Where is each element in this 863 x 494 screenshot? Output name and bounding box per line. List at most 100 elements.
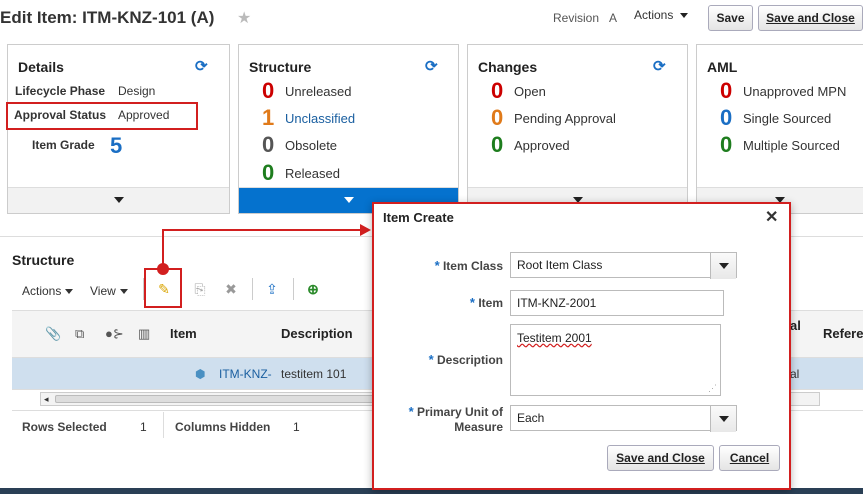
aml-card-title: AML bbox=[707, 59, 738, 75]
lifecycle-phase-label: Lifecycle Phase bbox=[15, 84, 106, 98]
columns-hidden-value: 1 bbox=[293, 420, 300, 434]
row-item-link[interactable]: ITM-KNZ- bbox=[219, 367, 272, 381]
chevron-down-icon bbox=[113, 197, 124, 203]
released-label[interactable]: Released bbox=[285, 166, 340, 181]
approval-status-label: Approval Status bbox=[14, 108, 107, 122]
released-count: 0 bbox=[262, 160, 275, 185]
item-grade-label: Item Grade bbox=[32, 138, 95, 152]
multiple-sourced-label[interactable]: Multiple Sourced bbox=[743, 138, 840, 153]
export-icon[interactable]: ⇪ bbox=[263, 280, 281, 298]
revision-label: Revision bbox=[553, 11, 600, 25]
refresh-icon[interactable]: ⟳ bbox=[195, 57, 211, 75]
refresh-icon[interactable]: ⟳ bbox=[653, 57, 669, 75]
add-icon[interactable]: ⊕ bbox=[304, 280, 322, 298]
item-cube-icon: ⬢ bbox=[195, 367, 206, 381]
item-label: * Item bbox=[400, 295, 503, 310]
description-label: * Description bbox=[400, 352, 503, 367]
chevron-down-icon bbox=[343, 197, 354, 203]
structure-section-title: Structure bbox=[12, 252, 75, 268]
change-icon: ⧉ bbox=[75, 326, 85, 341]
factory-icon: ▥ bbox=[138, 326, 151, 341]
structure-view-menu[interactable]: View bbox=[90, 284, 128, 298]
save-button[interactable]: Save bbox=[708, 5, 753, 31]
pending-approval-count: 0 bbox=[491, 105, 504, 130]
item-class-label-text: Item Class bbox=[442, 259, 503, 273]
attachment-icon: 📎 bbox=[45, 326, 62, 341]
item-input[interactable]: ITM-KNZ-2001 bbox=[510, 290, 724, 316]
favorite-star-icon[interactable]: ★ bbox=[237, 8, 251, 28]
duplicate-icon[interactable]: ⎘ bbox=[191, 280, 209, 298]
item-grade-value: 5 bbox=[110, 133, 123, 158]
item-class-select[interactable]: Root Item Class bbox=[510, 252, 737, 279]
uom-label-line1: Primary Unit of bbox=[416, 405, 503, 419]
resize-grip-icon[interactable]: ⋰ bbox=[708, 383, 717, 394]
description-label-text: Description bbox=[436, 353, 503, 367]
chevron-down-icon bbox=[680, 13, 689, 19]
toolbar-separator bbox=[252, 278, 253, 300]
actions-menu[interactable]: Actions bbox=[634, 8, 689, 22]
uom-select[interactable]: Each bbox=[510, 405, 737, 432]
uom-label: * Primary Unit of Measure bbox=[380, 404, 503, 435]
chevron-down-icon bbox=[119, 289, 128, 295]
approved-label[interactable]: Approved bbox=[514, 138, 570, 153]
dialog-cancel-button[interactable]: Cancel bbox=[719, 445, 780, 471]
required-mark: * bbox=[428, 352, 434, 367]
description-value: Testitem 2001 bbox=[517, 331, 592, 345]
required-mark: * bbox=[434, 258, 440, 273]
structure-view-label: View bbox=[90, 284, 116, 298]
unreleased-count: 0 bbox=[262, 78, 275, 103]
single-sourced-count: 0 bbox=[720, 105, 733, 130]
item-class-value: Root Item Class bbox=[517, 258, 603, 272]
unclassified-link[interactable]: Unclassified bbox=[285, 111, 355, 126]
chevron-down-icon bbox=[65, 289, 74, 295]
required-mark: * bbox=[469, 295, 475, 310]
uom-value: Each bbox=[517, 411, 545, 425]
delete-icon[interactable]: ✖ bbox=[222, 280, 240, 298]
description-textarea[interactable]: Testitem 2001 ⋰ bbox=[510, 324, 721, 396]
scroll-left-icon[interactable]: ◂ bbox=[44, 393, 49, 405]
required-mark: * bbox=[408, 404, 414, 419]
structure-actions-label: Actions bbox=[22, 284, 62, 298]
obsolete-label[interactable]: Obsolete bbox=[285, 138, 337, 153]
page-title: Edit Item: ITM-KNZ-101 (A) bbox=[0, 8, 215, 27]
arrow-head-icon bbox=[360, 224, 371, 236]
dialog-save-and-close-label: Save and Close bbox=[616, 451, 705, 465]
columns-hidden-label: Columns Hidden bbox=[175, 420, 271, 434]
save-and-close-button[interactable]: Save and Close bbox=[758, 5, 863, 31]
structure-actions-menu[interactable]: Actions bbox=[22, 284, 74, 298]
item-class-label: * Item Class bbox=[400, 258, 503, 273]
open-label[interactable]: Open bbox=[514, 84, 546, 99]
pending-approval-label[interactable]: Pending Approval bbox=[514, 111, 616, 126]
create-item-icon[interactable]: ✎ bbox=[155, 280, 173, 298]
refresh-icon[interactable]: ⟳ bbox=[425, 57, 441, 75]
uom-label-line2: Measure bbox=[454, 420, 503, 434]
row-description: testitem 101 bbox=[281, 367, 347, 381]
column-header-partial[interactable]: al bbox=[790, 318, 801, 333]
unclassified-count: 1 bbox=[262, 105, 275, 130]
actions-menu-label: Actions bbox=[634, 8, 674, 22]
details-card-title: Details bbox=[18, 59, 64, 75]
structure-card-title: Structure bbox=[249, 59, 312, 75]
column-header-reference[interactable]: Refere bbox=[823, 326, 863, 341]
unapproved-mpn-count: 0 bbox=[720, 78, 733, 103]
unreleased-label[interactable]: Unreleased bbox=[285, 84, 352, 99]
details-card-expand[interactable] bbox=[8, 187, 229, 213]
close-icon[interactable]: ✕ bbox=[765, 207, 778, 227]
chevron-down-icon[interactable] bbox=[710, 253, 736, 279]
lifecycle-phase-value: Design bbox=[118, 84, 156, 98]
unapproved-mpn-label[interactable]: Unapproved MPN bbox=[743, 84, 846, 99]
dialog-title: Item Create bbox=[383, 210, 454, 225]
dialog-save-and-close-button[interactable]: Save and Close bbox=[607, 445, 714, 471]
status-divider bbox=[163, 412, 164, 438]
single-sourced-label[interactable]: Single Sourced bbox=[743, 111, 831, 126]
column-header-item[interactable]: Item bbox=[170, 326, 197, 341]
item-label-text: Item bbox=[478, 296, 503, 310]
multiple-sourced-count: 0 bbox=[720, 132, 733, 157]
row-partial-value: al bbox=[790, 367, 800, 381]
column-header-description[interactable]: Description bbox=[281, 326, 353, 341]
changes-card-title: Changes bbox=[478, 59, 538, 75]
connector-line bbox=[162, 229, 164, 267]
approval-status-value: Approved bbox=[118, 108, 170, 122]
dialog-cancel-label: Cancel bbox=[729, 451, 770, 465]
chevron-down-icon[interactable] bbox=[710, 406, 736, 432]
